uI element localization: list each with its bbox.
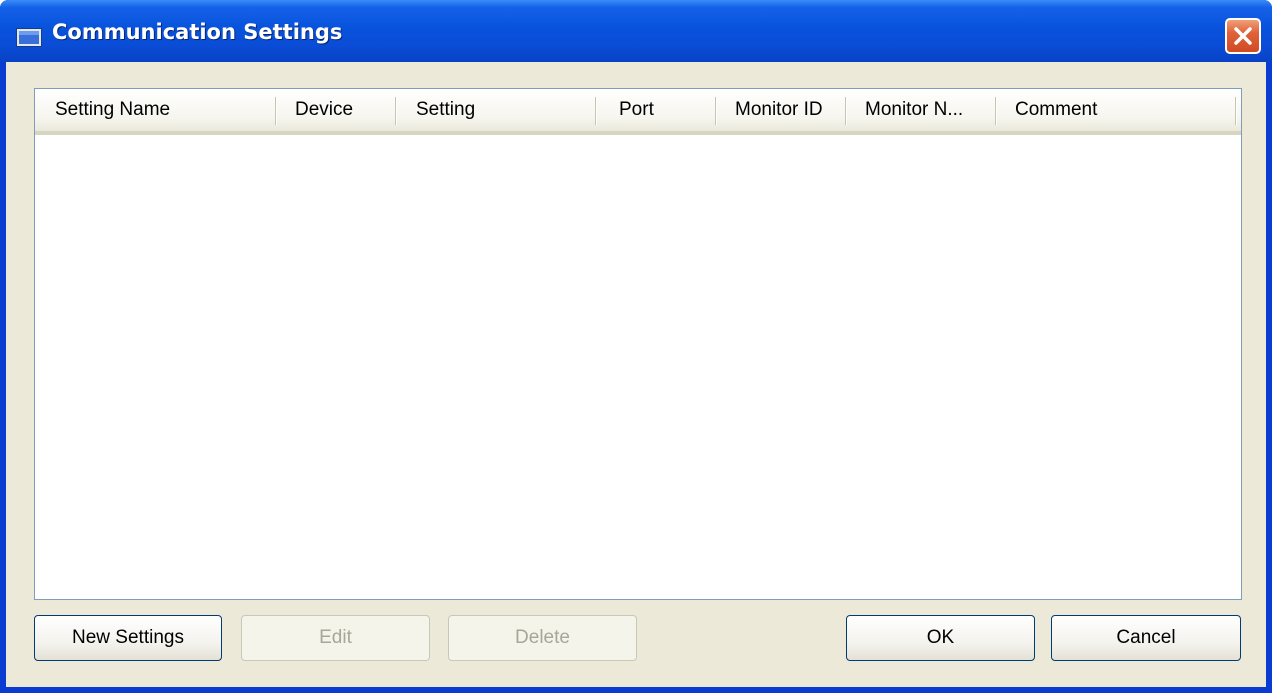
monitor-icon bbox=[16, 28, 42, 47]
ok-button[interactable]: OK bbox=[846, 615, 1035, 661]
cancel-button[interactable]: Cancel bbox=[1051, 615, 1241, 661]
column-divider[interactable] bbox=[595, 97, 597, 125]
list-header: Setting Name Device Setting Port Monitor… bbox=[35, 89, 1241, 135]
column-header-monitor-id[interactable]: Monitor ID bbox=[735, 89, 850, 131]
column-header-monitor-name[interactable]: Monitor N... bbox=[865, 89, 985, 131]
settings-list[interactable]: Setting Name Device Setting Port Monitor… bbox=[34, 88, 1242, 600]
column-divider[interactable] bbox=[395, 97, 397, 125]
column-header-device[interactable]: Device bbox=[295, 89, 395, 131]
window-title: Communication Settings bbox=[52, 20, 343, 44]
column-divider[interactable] bbox=[275, 97, 277, 125]
communication-settings-window: Communication Settings Setting Name Devi… bbox=[0, 0, 1272, 693]
close-button[interactable] bbox=[1225, 18, 1261, 54]
close-icon bbox=[1234, 27, 1252, 45]
column-divider[interactable] bbox=[995, 97, 997, 125]
column-header-setting[interactable]: Setting bbox=[416, 89, 596, 131]
column-header-port[interactable]: Port bbox=[619, 89, 729, 131]
delete-button[interactable]: Delete bbox=[448, 615, 637, 661]
column-divider[interactable] bbox=[715, 97, 717, 125]
column-divider[interactable] bbox=[845, 97, 847, 125]
dialog-client-area: Setting Name Device Setting Port Monitor… bbox=[6, 62, 1266, 687]
column-header-comment[interactable]: Comment bbox=[1015, 89, 1215, 131]
column-divider[interactable] bbox=[1235, 97, 1237, 125]
edit-button[interactable]: Edit bbox=[241, 615, 430, 661]
title-bar[interactable]: Communication Settings bbox=[0, 0, 1272, 62]
column-header-setting-name[interactable]: Setting Name bbox=[55, 89, 270, 131]
new-settings-button[interactable]: New Settings bbox=[34, 615, 222, 661]
